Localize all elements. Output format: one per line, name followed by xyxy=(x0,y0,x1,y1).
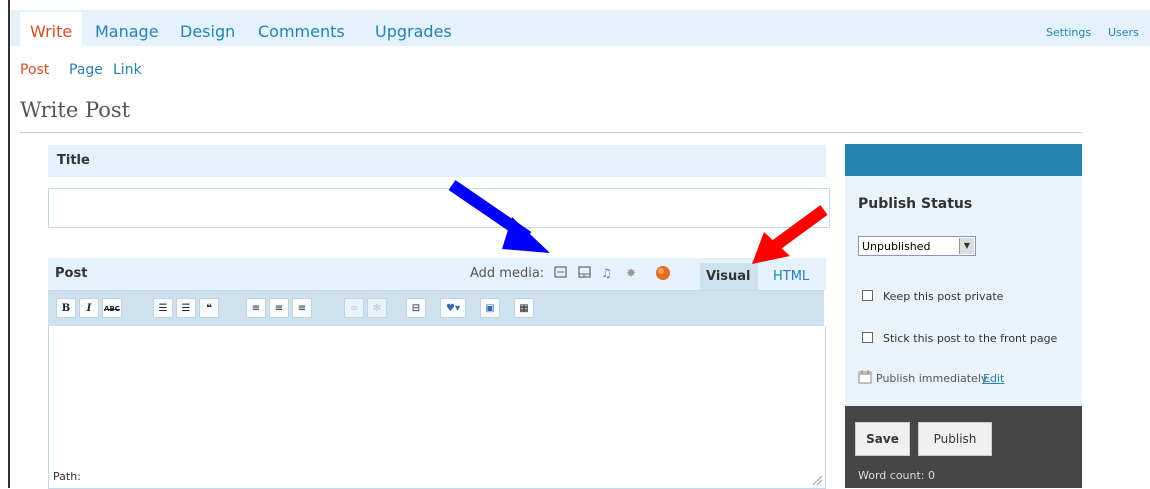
title-divider xyxy=(20,132,1082,133)
nav-upgrades[interactable]: Upgrades xyxy=(375,22,452,41)
path-label: Path: xyxy=(53,470,81,483)
subnav-link[interactable]: Link xyxy=(113,62,142,78)
nav-manage[interactable]: Manage xyxy=(95,22,159,41)
publish-button[interactable]: Publish xyxy=(918,422,992,456)
italic-button[interactable]: I xyxy=(79,298,99,318)
editor-toolbar: B I ABC ☰ ☰ ❝ ≡ ≡ ≡ ∞ ✻ ⊟ ♥▾ ▣ ▦ xyxy=(48,290,824,327)
title-label: Title xyxy=(57,153,90,168)
numbered-list-button[interactable]: ☰ xyxy=(176,298,196,318)
title-input[interactable] xyxy=(48,188,830,228)
editor-path-bar: Path: xyxy=(48,464,826,489)
blue-annotation-arrow xyxy=(448,180,550,253)
add-media-icon[interactable]: ✸ xyxy=(626,266,636,280)
add-audio-icon[interactable]: ♫ xyxy=(601,266,612,280)
resize-handle-icon[interactable] xyxy=(811,474,823,486)
sidebar-header xyxy=(845,144,1082,176)
publish-status-heading: Publish Status xyxy=(858,196,973,212)
save-button[interactable]: Save xyxy=(855,422,910,456)
add-image-icon[interactable] xyxy=(554,266,567,278)
link-button[interactable]: ∞ xyxy=(344,298,364,318)
add-media-label: Add media: xyxy=(470,266,545,281)
blockquote-button[interactable]: ❝ xyxy=(199,298,219,318)
sticky-label: Stick this post to the front page xyxy=(883,332,1058,345)
subnav-post[interactable]: Post xyxy=(20,62,49,78)
bullet-list-button[interactable]: ☰ xyxy=(153,298,173,318)
edit-timestamp-link[interactable]: Edit xyxy=(983,372,1004,385)
insert-more-button[interactable]: ⊟ xyxy=(406,298,426,318)
align-left-button[interactable]: ≡ xyxy=(246,298,266,318)
red-annotation-arrow xyxy=(752,205,828,264)
align-right-button[interactable]: ≡ xyxy=(292,298,312,318)
nav-settings[interactable]: Settings xyxy=(1046,26,1091,39)
title-box-header xyxy=(48,145,826,177)
add-media-icons: ♫ ✸ xyxy=(554,266,670,280)
publish-immediately-label: Publish immediately xyxy=(876,372,988,385)
post-label: Post xyxy=(55,266,88,281)
bold-button[interactable]: B xyxy=(56,298,76,318)
status-select-value: Unpublished xyxy=(862,240,931,253)
nav-design[interactable]: Design xyxy=(180,22,235,41)
left-border xyxy=(8,0,10,488)
nav-users[interactable]: Users xyxy=(1108,26,1139,39)
nav-write[interactable]: Write xyxy=(30,22,72,41)
align-center-button[interactable]: ≡ xyxy=(269,298,289,318)
calendar-icon xyxy=(858,370,872,384)
unlink-button[interactable]: ✻ xyxy=(367,298,387,318)
sticky-checkbox[interactable] xyxy=(862,332,873,343)
chevron-down-icon: ▼ xyxy=(959,238,974,254)
tab-visual[interactable]: Visual xyxy=(706,269,751,284)
tab-html[interactable]: HTML xyxy=(773,269,809,284)
page-title: Write Post xyxy=(20,98,131,122)
subnav-page[interactable]: Page xyxy=(69,62,103,78)
kitchen-sink-button[interactable]: ▦ xyxy=(514,298,534,318)
word-count: Word count: 0 xyxy=(858,469,936,482)
status-select[interactable]: Unpublished ▼ xyxy=(858,236,976,256)
add-video-icon[interactable] xyxy=(578,266,591,278)
post-editor-area[interactable] xyxy=(48,326,826,465)
private-checkbox[interactable] xyxy=(862,290,873,301)
spellcheck-button[interactable]: ♥▾ xyxy=(440,298,466,318)
private-label: Keep this post private xyxy=(883,290,1004,303)
nav-comments[interactable]: Comments xyxy=(258,22,345,41)
strikethrough-button[interactable]: ABC xyxy=(102,298,122,318)
fullscreen-button[interactable]: ▣ xyxy=(480,298,500,318)
